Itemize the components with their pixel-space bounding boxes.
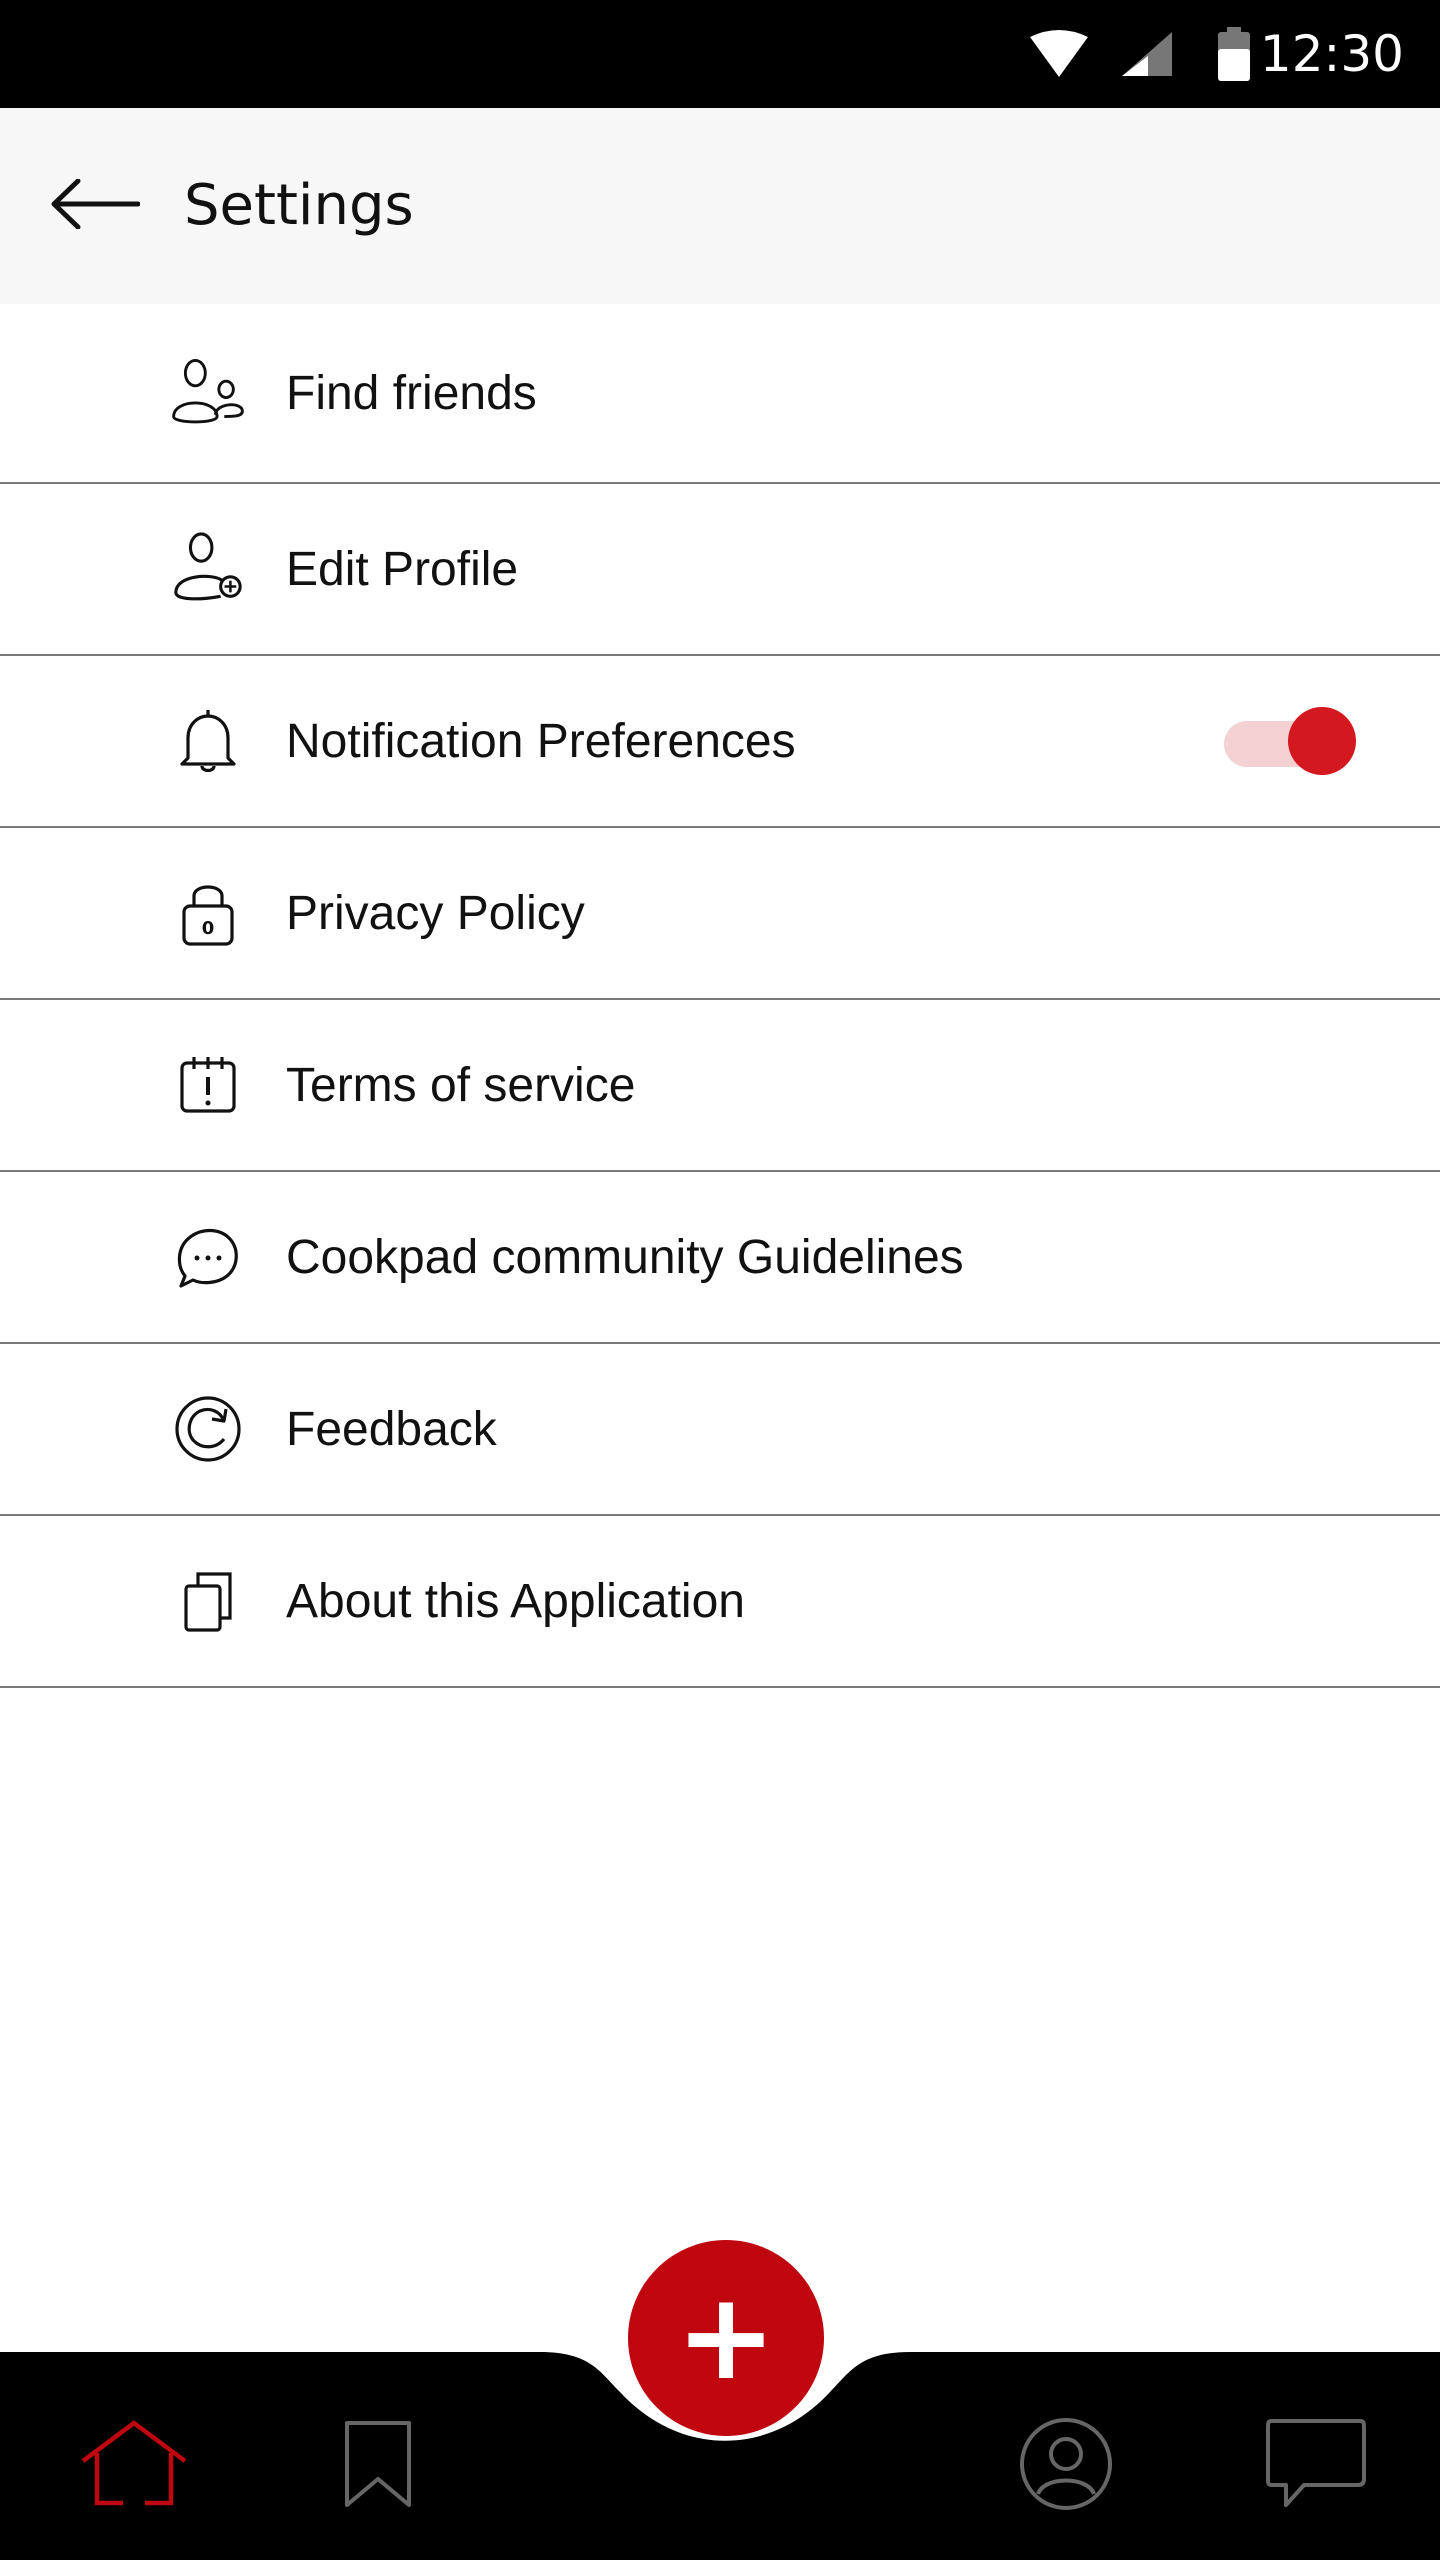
lock-icon: 0 [170, 875, 246, 951]
settings-item-about[interactable]: About this Application [0, 1516, 1440, 1688]
settings-item-feedback[interactable]: Feedback [0, 1344, 1440, 1516]
settings-item-label: Cookpad community Guidelines [286, 1230, 964, 1284]
settings-item-community-guidelines[interactable]: Cookpad community Guidelines [0, 1172, 1440, 1344]
wifi-icon [1030, 0, 1088, 108]
toggle-thumb [1288, 707, 1356, 775]
status-bar: 12:30 [0, 0, 1440, 108]
settings-item-find-friends[interactable]: Find friends [0, 304, 1440, 484]
refresh-icon [170, 1391, 246, 1467]
bell-icon [170, 703, 246, 779]
nav-messages[interactable] [1256, 2406, 1376, 2526]
settings-item-label: Feedback [286, 1402, 497, 1456]
settings-item-label: About this Application [286, 1574, 745, 1628]
home-icon [79, 2419, 189, 2514]
settings-item-edit-profile[interactable]: Edit Profile [0, 484, 1440, 656]
status-time: 12:30 [1259, 25, 1404, 83]
settings-item-label: Privacy Policy [286, 886, 585, 940]
plus-icon: + [675, 2268, 777, 2407]
svg-text:0: 0 [202, 918, 215, 939]
account-icon [1018, 2416, 1114, 2517]
nav-profile[interactable] [1006, 2406, 1126, 2526]
battery-icon [1218, 0, 1250, 108]
settings-list: Find friends Edit Profile Notification P… [0, 304, 1440, 1688]
cell-signal-icon [1122, 0, 1172, 108]
settings-item-label: Terms of service [286, 1058, 636, 1112]
bookmark-icon [343, 2419, 413, 2514]
settings-item-terms-of-service[interactable]: Terms of service [0, 1000, 1440, 1172]
notification-toggle[interactable] [1220, 707, 1356, 775]
settings-item-privacy-policy[interactable]: 0 Privacy Policy [0, 828, 1440, 1000]
user-plus-icon [170, 531, 246, 607]
chat-bubble-icon [170, 1219, 246, 1295]
users-icon [170, 355, 246, 431]
back-button[interactable] [40, 156, 150, 256]
nav-home[interactable] [74, 2406, 194, 2526]
settings-item-label: Notification Preferences [286, 714, 796, 768]
arrow-left-icon [50, 178, 141, 234]
settings-item-notification-preferences[interactable]: Notification Preferences [0, 656, 1440, 828]
settings-item-label: Edit Profile [286, 542, 519, 596]
calendar-alert-icon [170, 1047, 246, 1123]
page-title: Settings [184, 173, 414, 238]
nav-saved[interactable] [318, 2406, 438, 2526]
copy-icon [170, 1563, 246, 1639]
app-bar: Settings [0, 108, 1440, 304]
add-recipe-button[interactable]: + [628, 2240, 824, 2436]
settings-item-label: Find friends [286, 366, 537, 420]
message-icon [1264, 2417, 1368, 2516]
